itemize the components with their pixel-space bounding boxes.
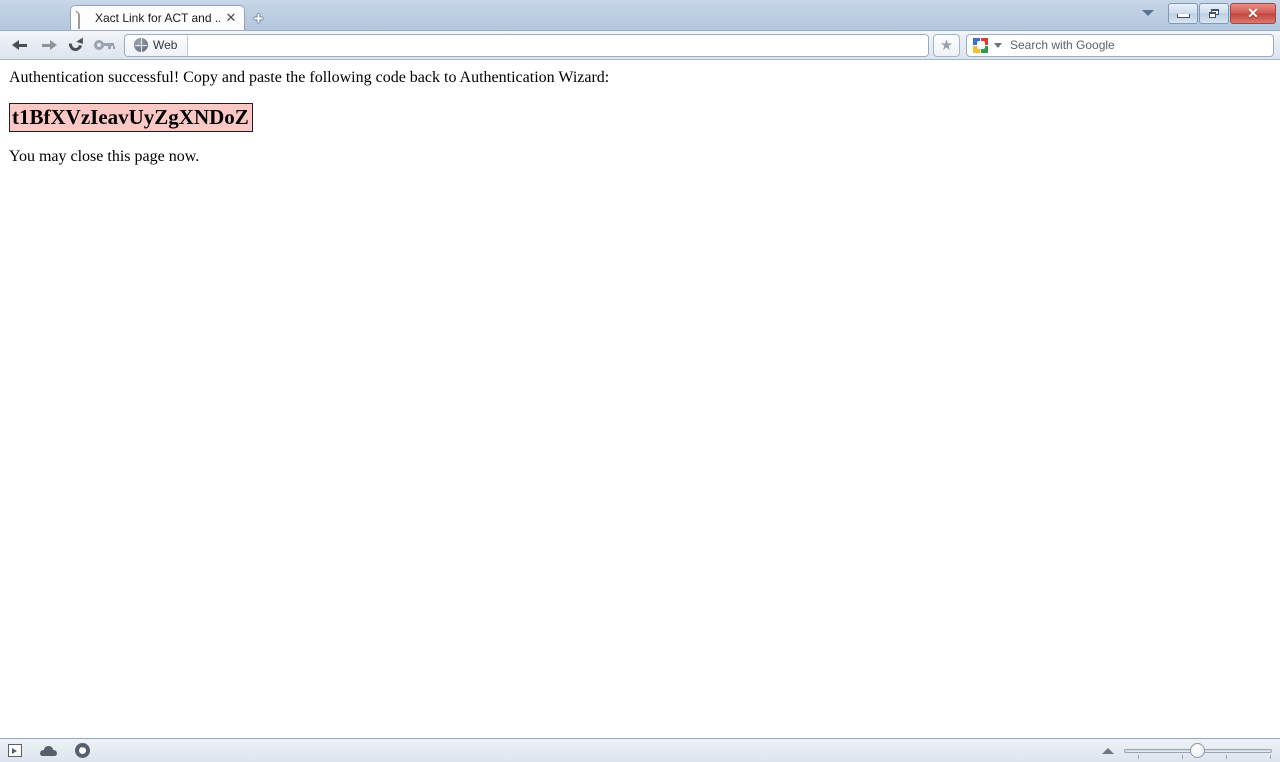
tab-list-button[interactable]: [1135, 2, 1161, 24]
cloud-icon[interactable]: [40, 745, 57, 756]
back-button[interactable]: [6, 33, 34, 57]
gauge-icon[interactable]: [75, 743, 90, 758]
bookmark-button[interactable]: ★: [933, 33, 960, 57]
maximize-button[interactable]: [1199, 2, 1229, 24]
browser-window: Xact Link for ACT and ... ✕ + ✕ Web ★ Se…: [0, 0, 1280, 762]
title-bar: Xact Link for ACT and ... ✕ + ✕: [0, 0, 1280, 31]
zoom-control: [1102, 742, 1272, 759]
security-indicator[interactable]: [90, 33, 118, 57]
zoom-tick: [1182, 754, 1183, 759]
restore-icon: [1208, 8, 1220, 18]
zoom-tick: [1226, 754, 1227, 759]
navigation-toolbar: Web ★: [0, 31, 1280, 60]
chevron-down-icon[interactable]: [994, 42, 1002, 48]
tab-title: Xact Link for ACT and ...: [95, 11, 220, 25]
star-icon: ★: [939, 36, 954, 54]
scope-label: Web: [153, 38, 178, 52]
url-input[interactable]: [188, 34, 928, 56]
forward-button[interactable]: [34, 33, 62, 57]
status-icon-group: [8, 743, 90, 758]
back-arrow-icon: [11, 39, 29, 52]
window-controls: ✕: [1135, 2, 1276, 24]
triangle-up-icon[interactable]: [1102, 747, 1114, 754]
page-icon: [78, 10, 90, 29]
tab-xact-link[interactable]: Xact Link for ACT and ... ✕: [70, 5, 245, 30]
close-icon[interactable]: ✕: [224, 11, 238, 25]
reload-button[interactable]: [62, 33, 90, 57]
google-icon: [973, 37, 988, 53]
search-input[interactable]: [1008, 37, 1267, 53]
zoom-tick: [1270, 754, 1271, 759]
search-scope-selector[interactable]: Web: [125, 34, 189, 56]
auth-code[interactable]: t1BfXVzIeavUyZgXNDoZ: [9, 103, 253, 132]
panel-toggle-icon[interactable]: [8, 744, 22, 757]
forward-arrow-icon: [40, 39, 57, 52]
key-icon: [94, 40, 115, 50]
close-page-message: You may close this page now.: [9, 148, 200, 165]
close-window-button[interactable]: ✕: [1230, 2, 1276, 24]
zoom-tick: [1138, 754, 1139, 759]
new-tab-button[interactable]: +: [248, 8, 270, 29]
address-bar[interactable]: Web: [124, 33, 929, 57]
auth-success-message: Authentication successful! Copy and past…: [9, 69, 610, 86]
minimize-button[interactable]: [1168, 2, 1198, 24]
status-bar: [0, 738, 1280, 762]
zoom-slider-handle[interactable]: [1190, 742, 1205, 758]
close-icon: ✕: [1247, 5, 1259, 21]
chevron-down-icon: [1142, 10, 1154, 16]
search-bar[interactable]: [966, 33, 1274, 57]
tab-strip: Xact Link for ACT and ... ✕ +: [0, 0, 270, 30]
globe-icon: [134, 38, 148, 52]
reload-icon: [66, 35, 85, 54]
plus-icon: +: [253, 9, 264, 28]
minimize-icon: [1176, 14, 1190, 18]
page-content: Authentication successful! Copy and past…: [0, 60, 1280, 738]
zoom-slider[interactable]: [1124, 742, 1272, 759]
